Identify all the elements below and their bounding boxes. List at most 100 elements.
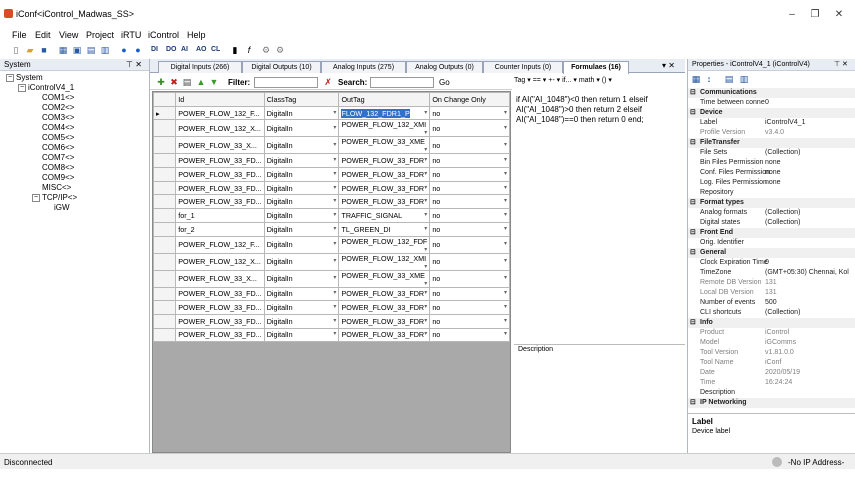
- tab-counter-inputs[interactable]: Counter Inputs (0): [483, 61, 563, 73]
- property-value[interactable]: iGComms: [765, 338, 796, 348]
- table-row[interactable]: POWER_FLOW_33_FD... DigitalIn ▾ POWER_FLOW_…: [152, 313, 510, 329]
- cell-onchange[interactable]: no ▾: [429, 153, 510, 169]
- row-header[interactable]: [152, 300, 177, 315]
- maximize-button[interactable]: ❐: [803, 6, 827, 24]
- dropdown-arrow-icon[interactable]: ▾: [333, 240, 336, 247]
- dropdown-arrow-icon[interactable]: ▾: [333, 197, 336, 204]
- dropdown-arrow-icon[interactable]: ▾: [333, 317, 336, 324]
- property-row[interactable]: Digital states (Collection): [688, 218, 855, 228]
- property-row[interactable]: Time 16:24:24: [688, 378, 855, 388]
- collapse-icon[interactable]: −: [6, 73, 14, 82]
- play-icon[interactable]: ●: [132, 44, 144, 56]
- menu-help[interactable]: Help: [187, 30, 206, 40]
- property-row[interactable]: Conf. Files Permission none: [688, 168, 855, 178]
- collapse-icon[interactable]: ⊟: [690, 398, 696, 408]
- property-row[interactable]: File Sets (Collection): [688, 148, 855, 158]
- dropdown-arrow-icon[interactable]: ▾: [333, 141, 336, 148]
- dropdown-arrow-icon[interactable]: ▾: [504, 289, 507, 296]
- formula-text[interactable]: if AI("AI_1048")<0 then return 1 elseif …: [516, 95, 682, 125]
- delete-row-icon[interactable]: ✖: [168, 76, 180, 88]
- property-value[interactable]: 131: [765, 288, 777, 298]
- tree-node-com7[interactable]: COM7<>: [42, 153, 74, 162]
- property-value[interactable]: 0: [765, 258, 769, 268]
- tree-node-com6[interactable]: COM6<>: [42, 143, 74, 152]
- cell-outtag[interactable]: POWER_FLOW_33_XME ▾: [338, 136, 431, 155]
- property-value[interactable]: (Collection): [765, 148, 800, 158]
- cell-outtag[interactable]: POWER_FLOW_33_FDR ▾: [338, 286, 431, 302]
- property-value[interactable]: 500: [765, 298, 777, 308]
- dropdown-arrow-icon[interactable]: ▾: [333, 211, 336, 218]
- cell-outtag[interactable]: POWER_FLOW_132_XMI ▾: [338, 252, 431, 271]
- cell-id[interactable]: POWER_FLOW_33_FD...: [175, 194, 265, 210]
- property-category[interactable]: ⊟ Info: [688, 318, 855, 328]
- tree-node-com4[interactable]: COM4<>: [42, 123, 74, 132]
- tools-icon[interactable]: ⚙: [274, 44, 286, 56]
- property-row[interactable]: Description: [688, 388, 855, 398]
- cell-outtag[interactable]: POWER_FLOW_33_FDR ▾: [338, 180, 431, 196]
- table-row[interactable]: POWER_FLOW_33_X... DigitalIn ▾ POWER_FLOW_3…: [152, 136, 510, 155]
- cell-onchange[interactable]: no ▾: [429, 105, 510, 121]
- dropdown-arrow-icon[interactable]: ▾: [424, 263, 427, 270]
- cell-classtag[interactable]: DigitalIn ▾: [263, 221, 340, 237]
- cell-id[interactable]: POWER_FLOW_132_F...: [175, 235, 265, 254]
- property-value[interactable]: (Collection): [765, 308, 800, 318]
- row-header[interactable]: [152, 167, 177, 182]
- dropdown-arrow-icon[interactable]: ▾: [424, 211, 427, 218]
- dropdown-arrow-icon[interactable]: ▾: [333, 109, 336, 116]
- table-row[interactable]: for_1 DigitalIn ▾ TRAFFIC_SIGNAL ▾ no ▾: [152, 208, 510, 223]
- move-down-icon[interactable]: ▼: [208, 76, 220, 88]
- dropdown-arrow-icon[interactable]: ▾: [333, 225, 336, 232]
- events-icon[interactable]: ▥: [738, 73, 750, 85]
- property-row[interactable]: Label iControlV4_1: [688, 118, 855, 128]
- menu-icontrol[interactable]: iControl: [148, 30, 179, 40]
- cell-classtag[interactable]: DigitalIn ▾: [263, 167, 340, 182]
- dropdown-arrow-icon[interactable]: ▾: [424, 225, 427, 232]
- cell-classtag[interactable]: DigitalIn ▾: [263, 180, 340, 196]
- cell-onchange[interactable]: no ▾: [429, 235, 510, 254]
- cell-classtag[interactable]: DigitalIn ▾: [263, 235, 340, 254]
- table-row[interactable]: POWER_FLOW_132_F... DigitalIn ▾ POWER_FLOW_…: [152, 235, 510, 254]
- dropdown-arrow-icon[interactable]: ▾: [504, 240, 507, 247]
- cl-button[interactable]: CL: [211, 44, 220, 56]
- table-row[interactable]: POWER_FLOW_33_FD... DigitalIn ▾ POWER_FLOW_…: [152, 286, 510, 302]
- dropdown-arrow-icon[interactable]: ▾: [504, 274, 507, 281]
- dropdown-arrow-icon[interactable]: ▾: [424, 197, 427, 204]
- grid-icon[interactable]: ▥: [99, 44, 111, 56]
- cell-outtag[interactable]: POWER_FLOW_33_FDR ▾: [338, 194, 431, 210]
- close-button[interactable]: ✕: [827, 6, 851, 24]
- cell-id[interactable]: POWER_FLOW_33_X...: [175, 136, 265, 155]
- row-header[interactable]: [152, 313, 177, 329]
- dropdown-arrow-icon[interactable]: ▾: [424, 246, 427, 253]
- tab-digital-outputs[interactable]: Digital Outputs (10): [242, 61, 321, 73]
- menu-view[interactable]: View: [59, 30, 78, 40]
- cell-outtag[interactable]: POWER_FLOW_33_FDR ▾: [338, 327, 431, 343]
- table-row[interactable]: POWER_FLOW_33_FD... DigitalIn ▾ POWER_FLOW_…: [152, 194, 510, 210]
- cell-classtag[interactable]: DigitalIn ▾: [263, 119, 340, 138]
- row-header[interactable]: [152, 180, 177, 196]
- property-value[interactable]: none: [765, 168, 781, 178]
- property-value[interactable]: (Collection): [765, 218, 800, 228]
- collapse-icon[interactable]: ⊟: [690, 248, 696, 258]
- table-row[interactable]: POWER_FLOW_33_X... DigitalIn ▾ POWER_FLOW_3…: [152, 269, 510, 288]
- cell-classtag[interactable]: DigitalIn ▾: [263, 153, 340, 169]
- new-file-icon[interactable]: ▯: [10, 44, 22, 56]
- cell-classtag[interactable]: DigitalIn ▾: [263, 252, 340, 271]
- row-header[interactable]: [152, 252, 177, 271]
- filter-input[interactable]: [254, 77, 318, 88]
- cell-id[interactable]: POWER_FLOW_33_FD...: [175, 327, 265, 343]
- dropdown-arrow-icon[interactable]: ▾: [333, 330, 336, 337]
- property-value[interactable]: iControlV4_1: [765, 118, 805, 128]
- cell-classtag[interactable]: DigitalIn ▾: [263, 313, 340, 329]
- tab-digital-inputs[interactable]: Digital Inputs (266): [158, 61, 242, 73]
- cell-id[interactable]: POWER_FLOW_132_X...: [175, 119, 265, 138]
- property-row[interactable]: Log. Files Permission none: [688, 178, 855, 188]
- cell-outtag[interactable]: POWER_FLOW_132_XMI ▾: [338, 119, 431, 138]
- property-value[interactable]: iControl: [765, 328, 789, 338]
- dropdown-arrow-icon[interactable]: ▾: [504, 124, 507, 131]
- dropdown-arrow-icon[interactable]: ▾: [333, 170, 336, 177]
- property-value[interactable]: v1.81.0.0: [765, 348, 794, 358]
- dropdown-arrow-icon[interactable]: ▾: [424, 303, 427, 310]
- row-header[interactable]: [152, 208, 177, 223]
- property-row[interactable]: Tool Name iConf: [688, 358, 855, 368]
- cell-classtag[interactable]: DigitalIn ▾: [263, 300, 340, 315]
